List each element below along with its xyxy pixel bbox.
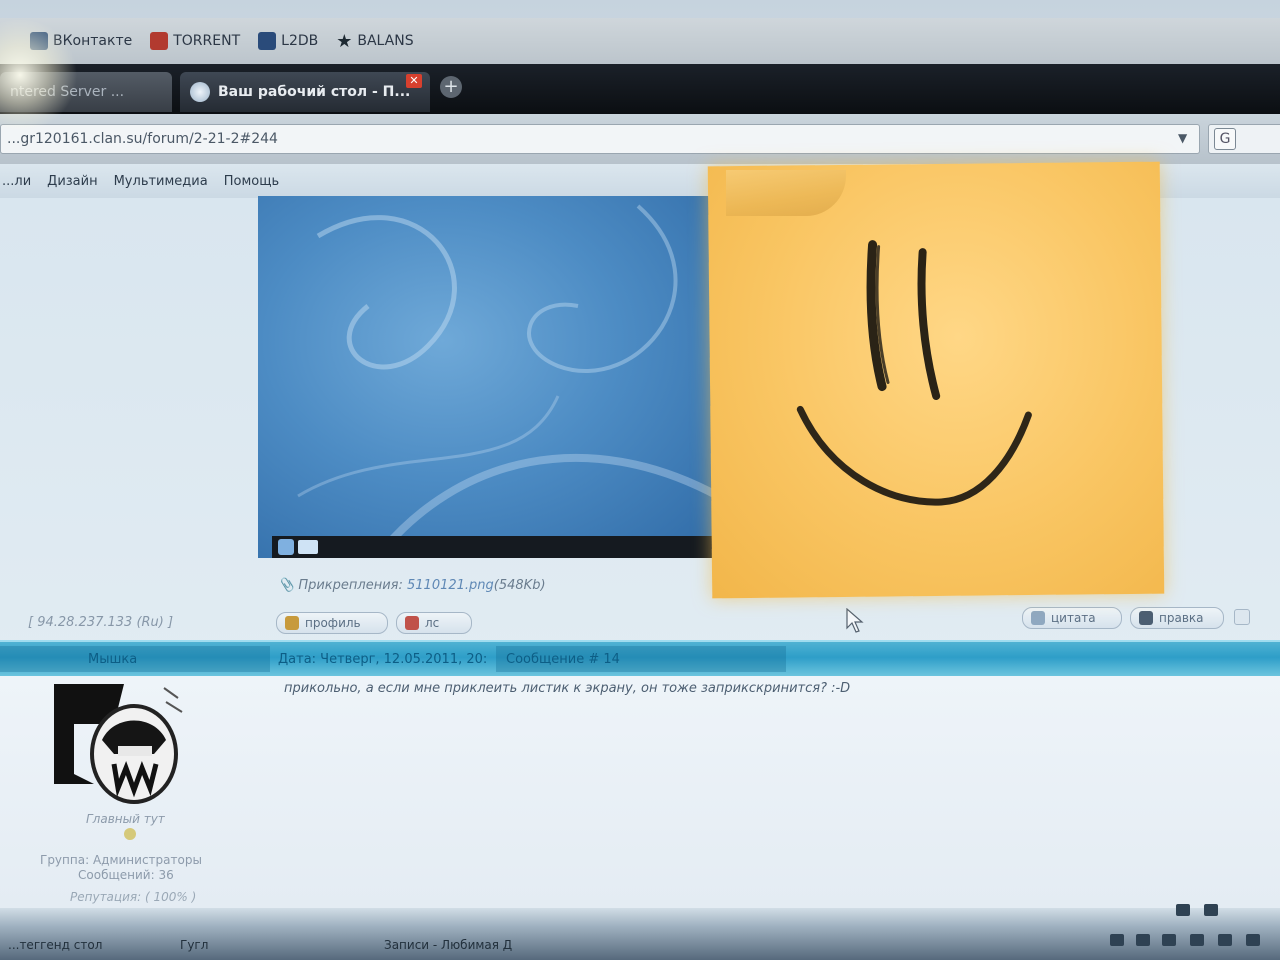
menu-item[interactable]: ...ли (2, 174, 31, 189)
user-reputation: Репутация: ( 100% ) (70, 890, 197, 904)
torrent-icon (150, 32, 169, 50)
post-date: Дата: Четверг, 12.05.2011, 20: (278, 652, 488, 667)
bookmark-balans[interactable]: ★ BALANS (336, 31, 413, 52)
message-icon (405, 616, 419, 630)
navigation-bar: ...gr120161.clan.su/forum/2-21-2#244 ▼ G (0, 114, 1280, 164)
profile-button[interactable]: профиль (276, 612, 388, 634)
bookmark-vkontakte[interactable]: ВКонтакте (30, 32, 132, 50)
post-body (0, 676, 1280, 908)
close-icon[interactable]: ✕ (406, 74, 422, 88)
tab-label: Ваш рабочий стол - П... (218, 84, 411, 100)
delete-icon[interactable] (1234, 609, 1250, 625)
tray-icon[interactable] (1204, 904, 1218, 916)
bookmark-label: BALANS (357, 33, 414, 49)
button-label: правка (1159, 611, 1204, 625)
tray-icon[interactable] (1176, 904, 1190, 916)
tab-strip: ntered Server ... Ваш рабочий стол - П..… (0, 64, 1280, 114)
menu-item-design[interactable]: Дизайн (47, 174, 97, 189)
taskbar-item[interactable]: Гугл (180, 938, 208, 952)
windows-taskbar (0, 908, 1280, 960)
tray-icon[interactable] (1162, 934, 1176, 946)
google-search-icon[interactable]: G (1214, 128, 1236, 150)
taskbar-item[interactable]: Записи - Любимая Д (384, 938, 512, 952)
l2db-icon (258, 32, 277, 50)
sticky-note-curl (726, 170, 846, 216)
tray-icon[interactable] (1110, 934, 1124, 946)
sticky-note (707, 161, 1165, 599)
user-icon (285, 616, 299, 630)
tray-icon[interactable] (1190, 934, 1204, 946)
tab-label: ntered Server ... (10, 84, 125, 100)
bookmarks-toolbar: ВКонтакте TORRENT L2DB ★ BALANS (0, 18, 1280, 64)
bookmark-label: TORRENT (173, 33, 241, 49)
screenshot-taskbar (272, 536, 720, 558)
quote-icon (1031, 611, 1045, 625)
user-group: Группа: Администраторы (40, 853, 202, 867)
bookmark-label: ВКонтакте (53, 33, 133, 49)
bookmark-l2db[interactable]: L2DB (258, 32, 318, 50)
folder-icon (298, 540, 318, 554)
taskbar-item[interactable]: ...теггенд стол (8, 938, 102, 952)
tray-icon[interactable] (1218, 934, 1232, 946)
post-author[interactable]: Мышка (88, 652, 137, 667)
mouse-cursor-icon (846, 608, 864, 633)
post-message: прикольно, а если мне приклеить листик к… (284, 681, 851, 696)
quote-button[interactable]: цитата (1022, 607, 1122, 629)
menu-item-multimedia[interactable]: Мультимедиа (114, 174, 208, 189)
paperclip-icon: 📎 (278, 578, 295, 593)
tray-icon[interactable] (1246, 934, 1260, 946)
user-avatar[interactable] (54, 684, 184, 804)
vk-icon (30, 32, 48, 50)
attachment-link[interactable]: 5110121.png (407, 578, 494, 593)
monitor-screen: ВКонтакте TORRENT L2DB ★ BALANS ntered S… (0, 0, 1280, 960)
tab-inactive[interactable]: ntered Server ... (0, 72, 172, 112)
attached-screenshot[interactable] (258, 196, 720, 558)
button-label: профиль (305, 616, 361, 630)
edit-button[interactable]: правка (1130, 607, 1224, 629)
address-bar[interactable]: ...gr120161.clan.su/forum/2-21-2#244 (0, 124, 1200, 154)
pm-button[interactable]: лс (396, 612, 472, 634)
post-number[interactable]: Сообщение # 14 (506, 652, 620, 667)
bookmark-torrent[interactable]: TORRENT (150, 32, 240, 50)
tray-icon[interactable] (1136, 934, 1150, 946)
attachment-label: Прикрепления: (298, 578, 403, 593)
new-tab-button[interactable]: + (440, 76, 462, 98)
attachment-size: (548Kb) (493, 578, 546, 593)
bookmark-label: L2DB (281, 33, 319, 49)
star-icon: ★ (336, 30, 353, 52)
tab-active[interactable]: Ваш рабочий стол - П... ✕ (180, 72, 430, 112)
globe-icon (190, 82, 210, 102)
chevron-down-icon[interactable]: ▼ (1178, 131, 1187, 145)
edit-icon (1139, 611, 1153, 625)
button-label: цитата (1051, 611, 1096, 625)
menu-item-help[interactable]: Помощь (224, 174, 279, 189)
rank-star-icon (124, 828, 136, 840)
post-ip-address: [ 94.28.237.133 (Ru) ] (28, 615, 174, 630)
start-icon (278, 539, 294, 555)
button-label: лс (425, 616, 440, 630)
attachment-info: 📎 Прикрепления: 5110121.png(548Kb) (278, 578, 546, 593)
post-header-bar: Мышка Дата: Четверг, 12.05.2011, 20: Соо… (0, 640, 1280, 676)
user-rank: Главный тут (86, 812, 165, 826)
user-post-count: Сообщений: 36 (78, 868, 174, 882)
